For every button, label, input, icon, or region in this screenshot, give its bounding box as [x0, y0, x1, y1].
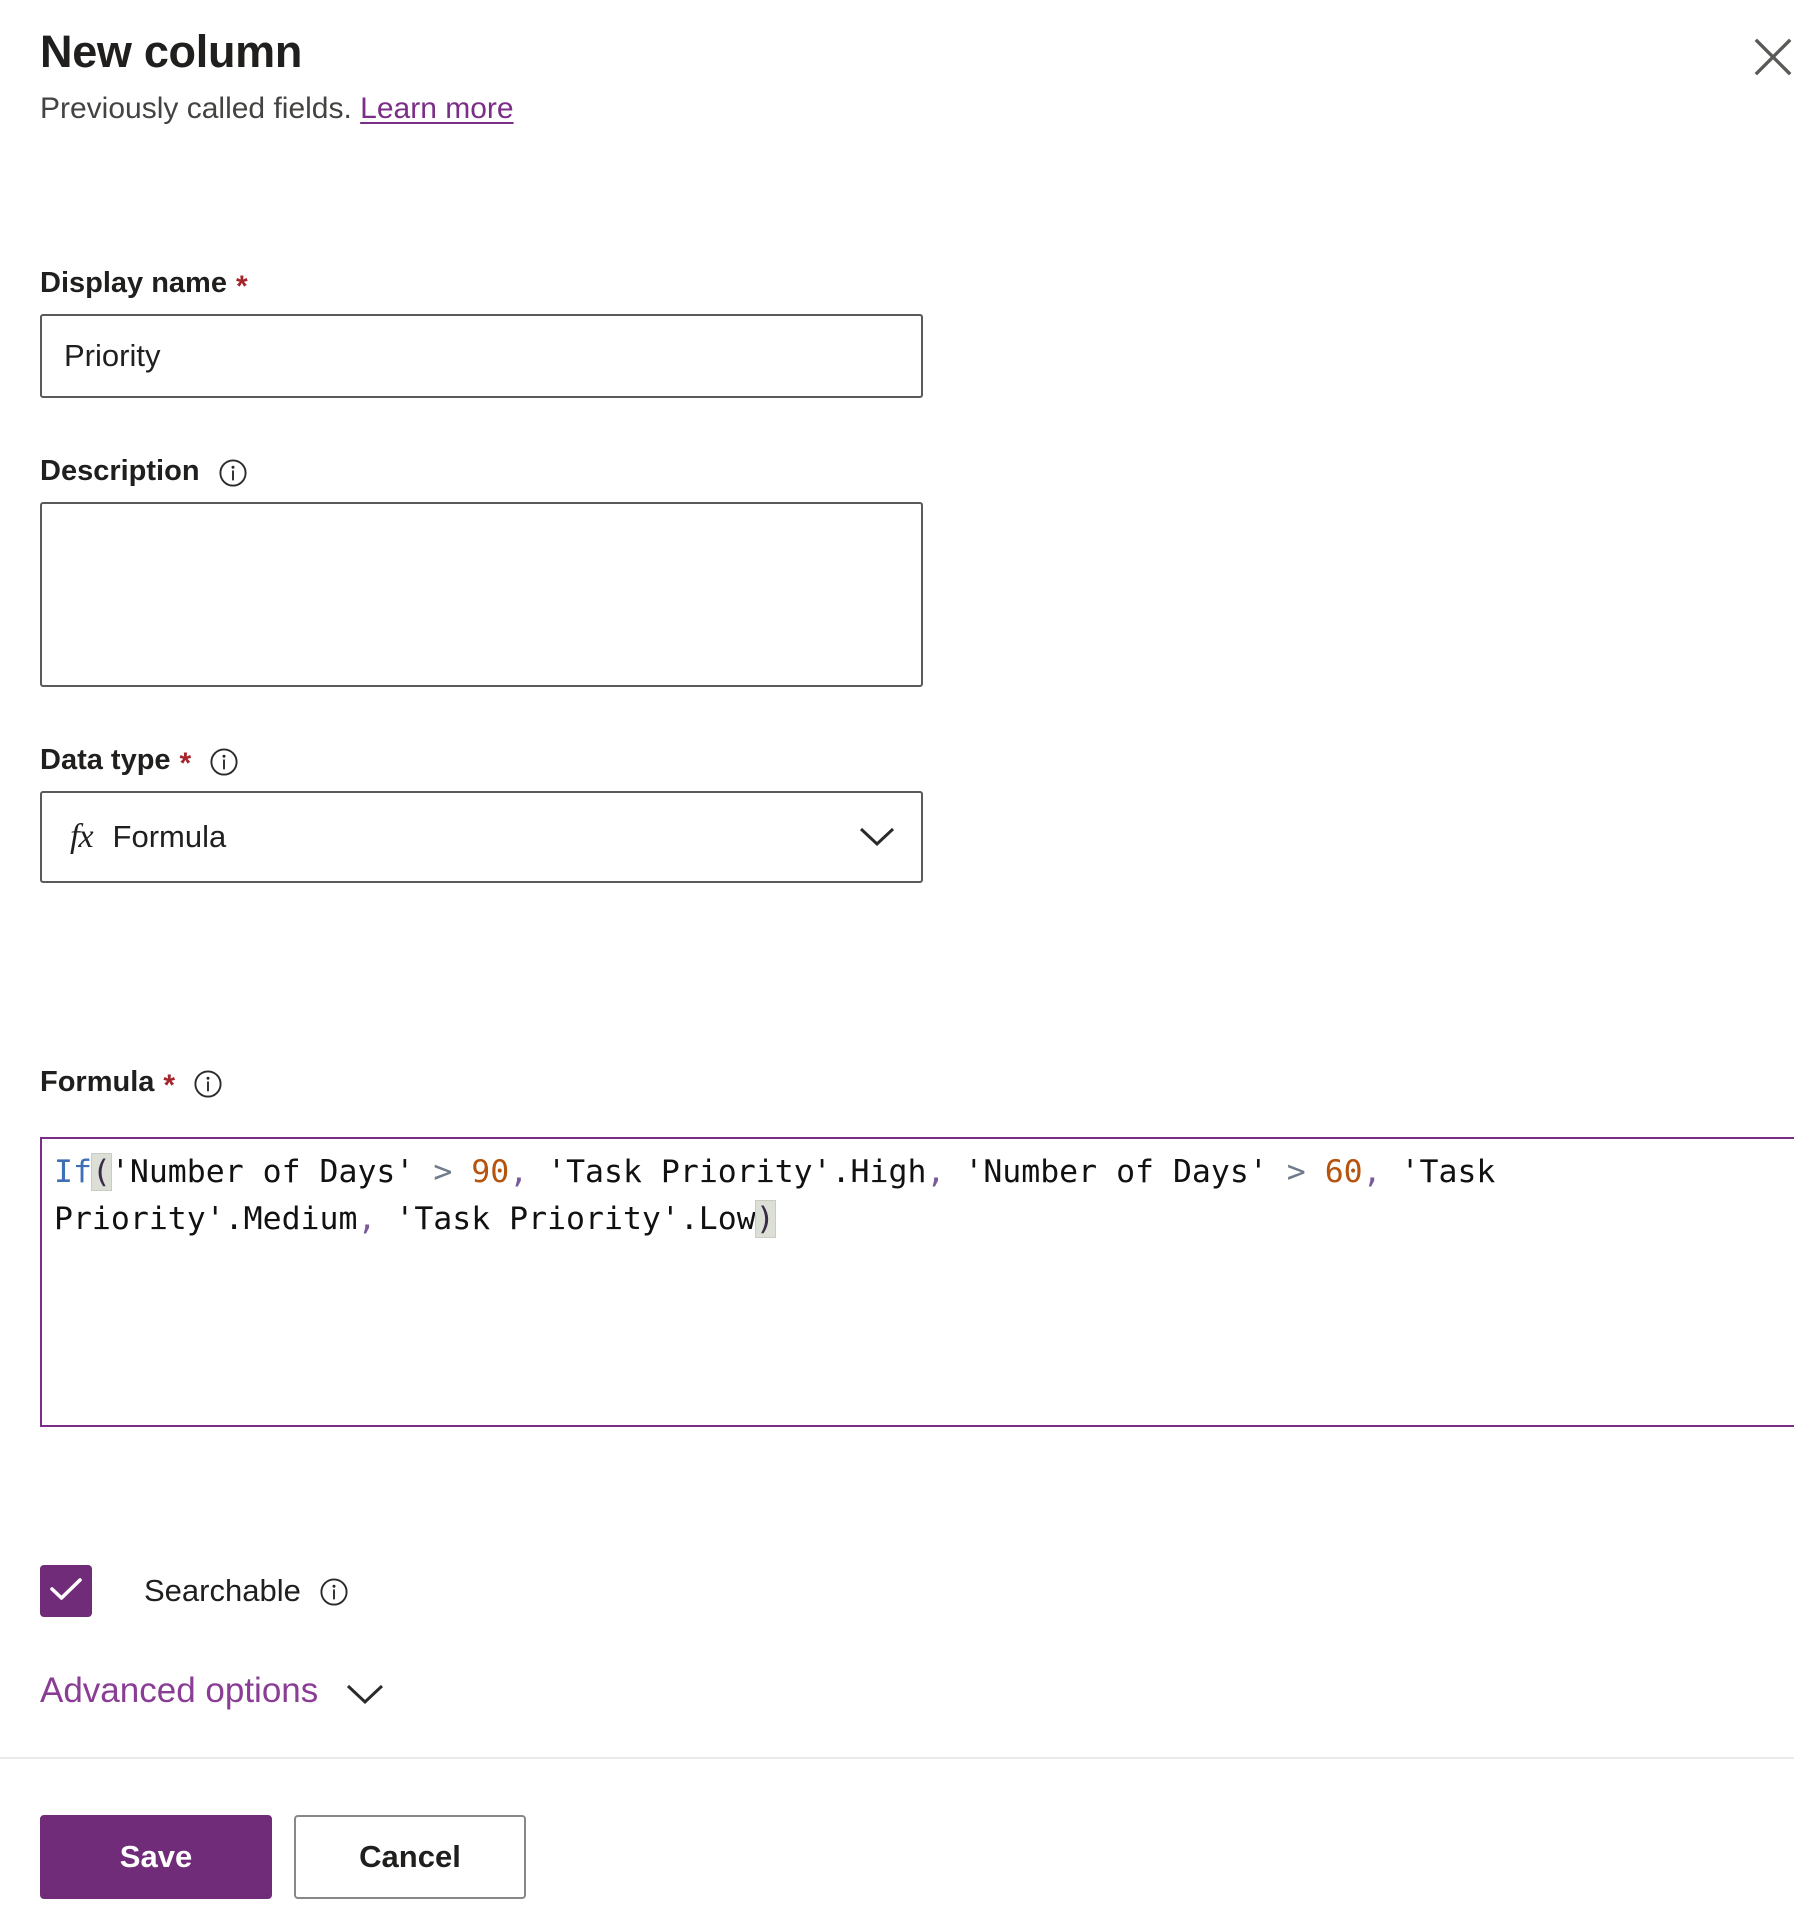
formula-label-text: Formula: [40, 1066, 155, 1098]
info-icon[interactable]: [209, 747, 239, 777]
display-name-value: Priority: [64, 337, 161, 373]
code-token: >: [433, 1154, 453, 1190]
formula-editor[interactable]: If('Number of Days' > 90, 'Task Priority…: [40, 1137, 1794, 1427]
learn-more-link[interactable]: Learn more: [360, 92, 513, 125]
panel-subtitle: Previously called fields. Learn more: [40, 90, 1640, 128]
searchable-checkbox[interactable]: [40, 1565, 92, 1617]
chevron-down-icon: [859, 826, 895, 848]
code-token: ): [755, 1201, 775, 1237]
advanced-options-label: Advanced options: [40, 1671, 319, 1710]
display-name-label-text: Display name: [40, 267, 227, 299]
data-type-selected-value: Formula: [112, 818, 227, 854]
required-asterisk: *: [163, 1068, 176, 1102]
required-asterisk: *: [235, 269, 248, 303]
searchable-label: Searchable: [144, 1573, 349, 1609]
data-type-dropdown[interactable]: fx Formula: [40, 790, 923, 883]
info-icon[interactable]: [319, 1577, 349, 1607]
panel-subtitle-text: Previously called fields.: [40, 91, 352, 125]
searchable-label-text: Searchable: [144, 1573, 301, 1608]
page-title: New column: [40, 26, 303, 77]
code-token: 'Task Priority'.High: [528, 1154, 927, 1190]
footer-divider: [0, 1757, 1794, 1759]
panel-footer: Save Cancel: [40, 1815, 526, 1899]
advanced-options-toggle[interactable]: Advanced options: [40, 1673, 384, 1708]
new-column-form: Display name * Priority Description Data…: [40, 267, 1794, 883]
formula-label: Formula *: [40, 1066, 223, 1102]
display-name-label: Display name *: [40, 267, 1794, 303]
code-token: ,: [1362, 1154, 1382, 1190]
required-asterisk: *: [179, 746, 192, 780]
data-type-label-text: Data type: [40, 743, 171, 776]
description-textarea[interactable]: [40, 501, 923, 687]
code-token: 'Task Priority'.Low: [376, 1201, 756, 1237]
code-token: 90: [471, 1154, 510, 1190]
save-button[interactable]: Save: [40, 1815, 272, 1899]
searchable-row: Searchable: [40, 1565, 349, 1617]
close-button[interactable]: [1740, 26, 1794, 92]
display-name-input[interactable]: Priority: [40, 313, 923, 398]
code-token: ,: [926, 1154, 946, 1190]
chevron-down-icon: [346, 1683, 384, 1705]
checkmark-icon: [49, 1576, 83, 1607]
data-type-label: Data type *: [40, 743, 1794, 780]
code-token: ,: [357, 1201, 377, 1237]
description-label-text: Description: [40, 454, 200, 487]
code-token: ,: [509, 1154, 529, 1190]
cancel-button[interactable]: Cancel: [294, 1815, 526, 1899]
code-token: >: [1286, 1154, 1306, 1190]
data-type-field-group: Data type * fx Formula: [40, 743, 1794, 883]
formula-code-text: If('Number of Days' > 90, 'Task Priority…: [54, 1149, 1794, 1243]
code-token: (: [91, 1154, 111, 1190]
description-label: Description: [40, 454, 1794, 488]
fx-icon: fx: [70, 817, 94, 855]
info-icon[interactable]: [218, 458, 248, 488]
new-column-panel: New column Previously called fields. Lea…: [0, 0, 1794, 1914]
code-token: 'Number of Days': [110, 1154, 415, 1190]
info-icon[interactable]: [193, 1069, 223, 1099]
display-name-field-group: Display name * Priority: [40, 267, 1794, 398]
code-token: If: [54, 1154, 92, 1190]
description-field-group: Description: [40, 454, 1794, 687]
code-token: 'Number of Days': [945, 1154, 1268, 1190]
close-icon: [1751, 35, 1794, 84]
panel-header: New column Previously called fields. Lea…: [40, 28, 1640, 127]
code-token: 60: [1324, 1154, 1363, 1190]
